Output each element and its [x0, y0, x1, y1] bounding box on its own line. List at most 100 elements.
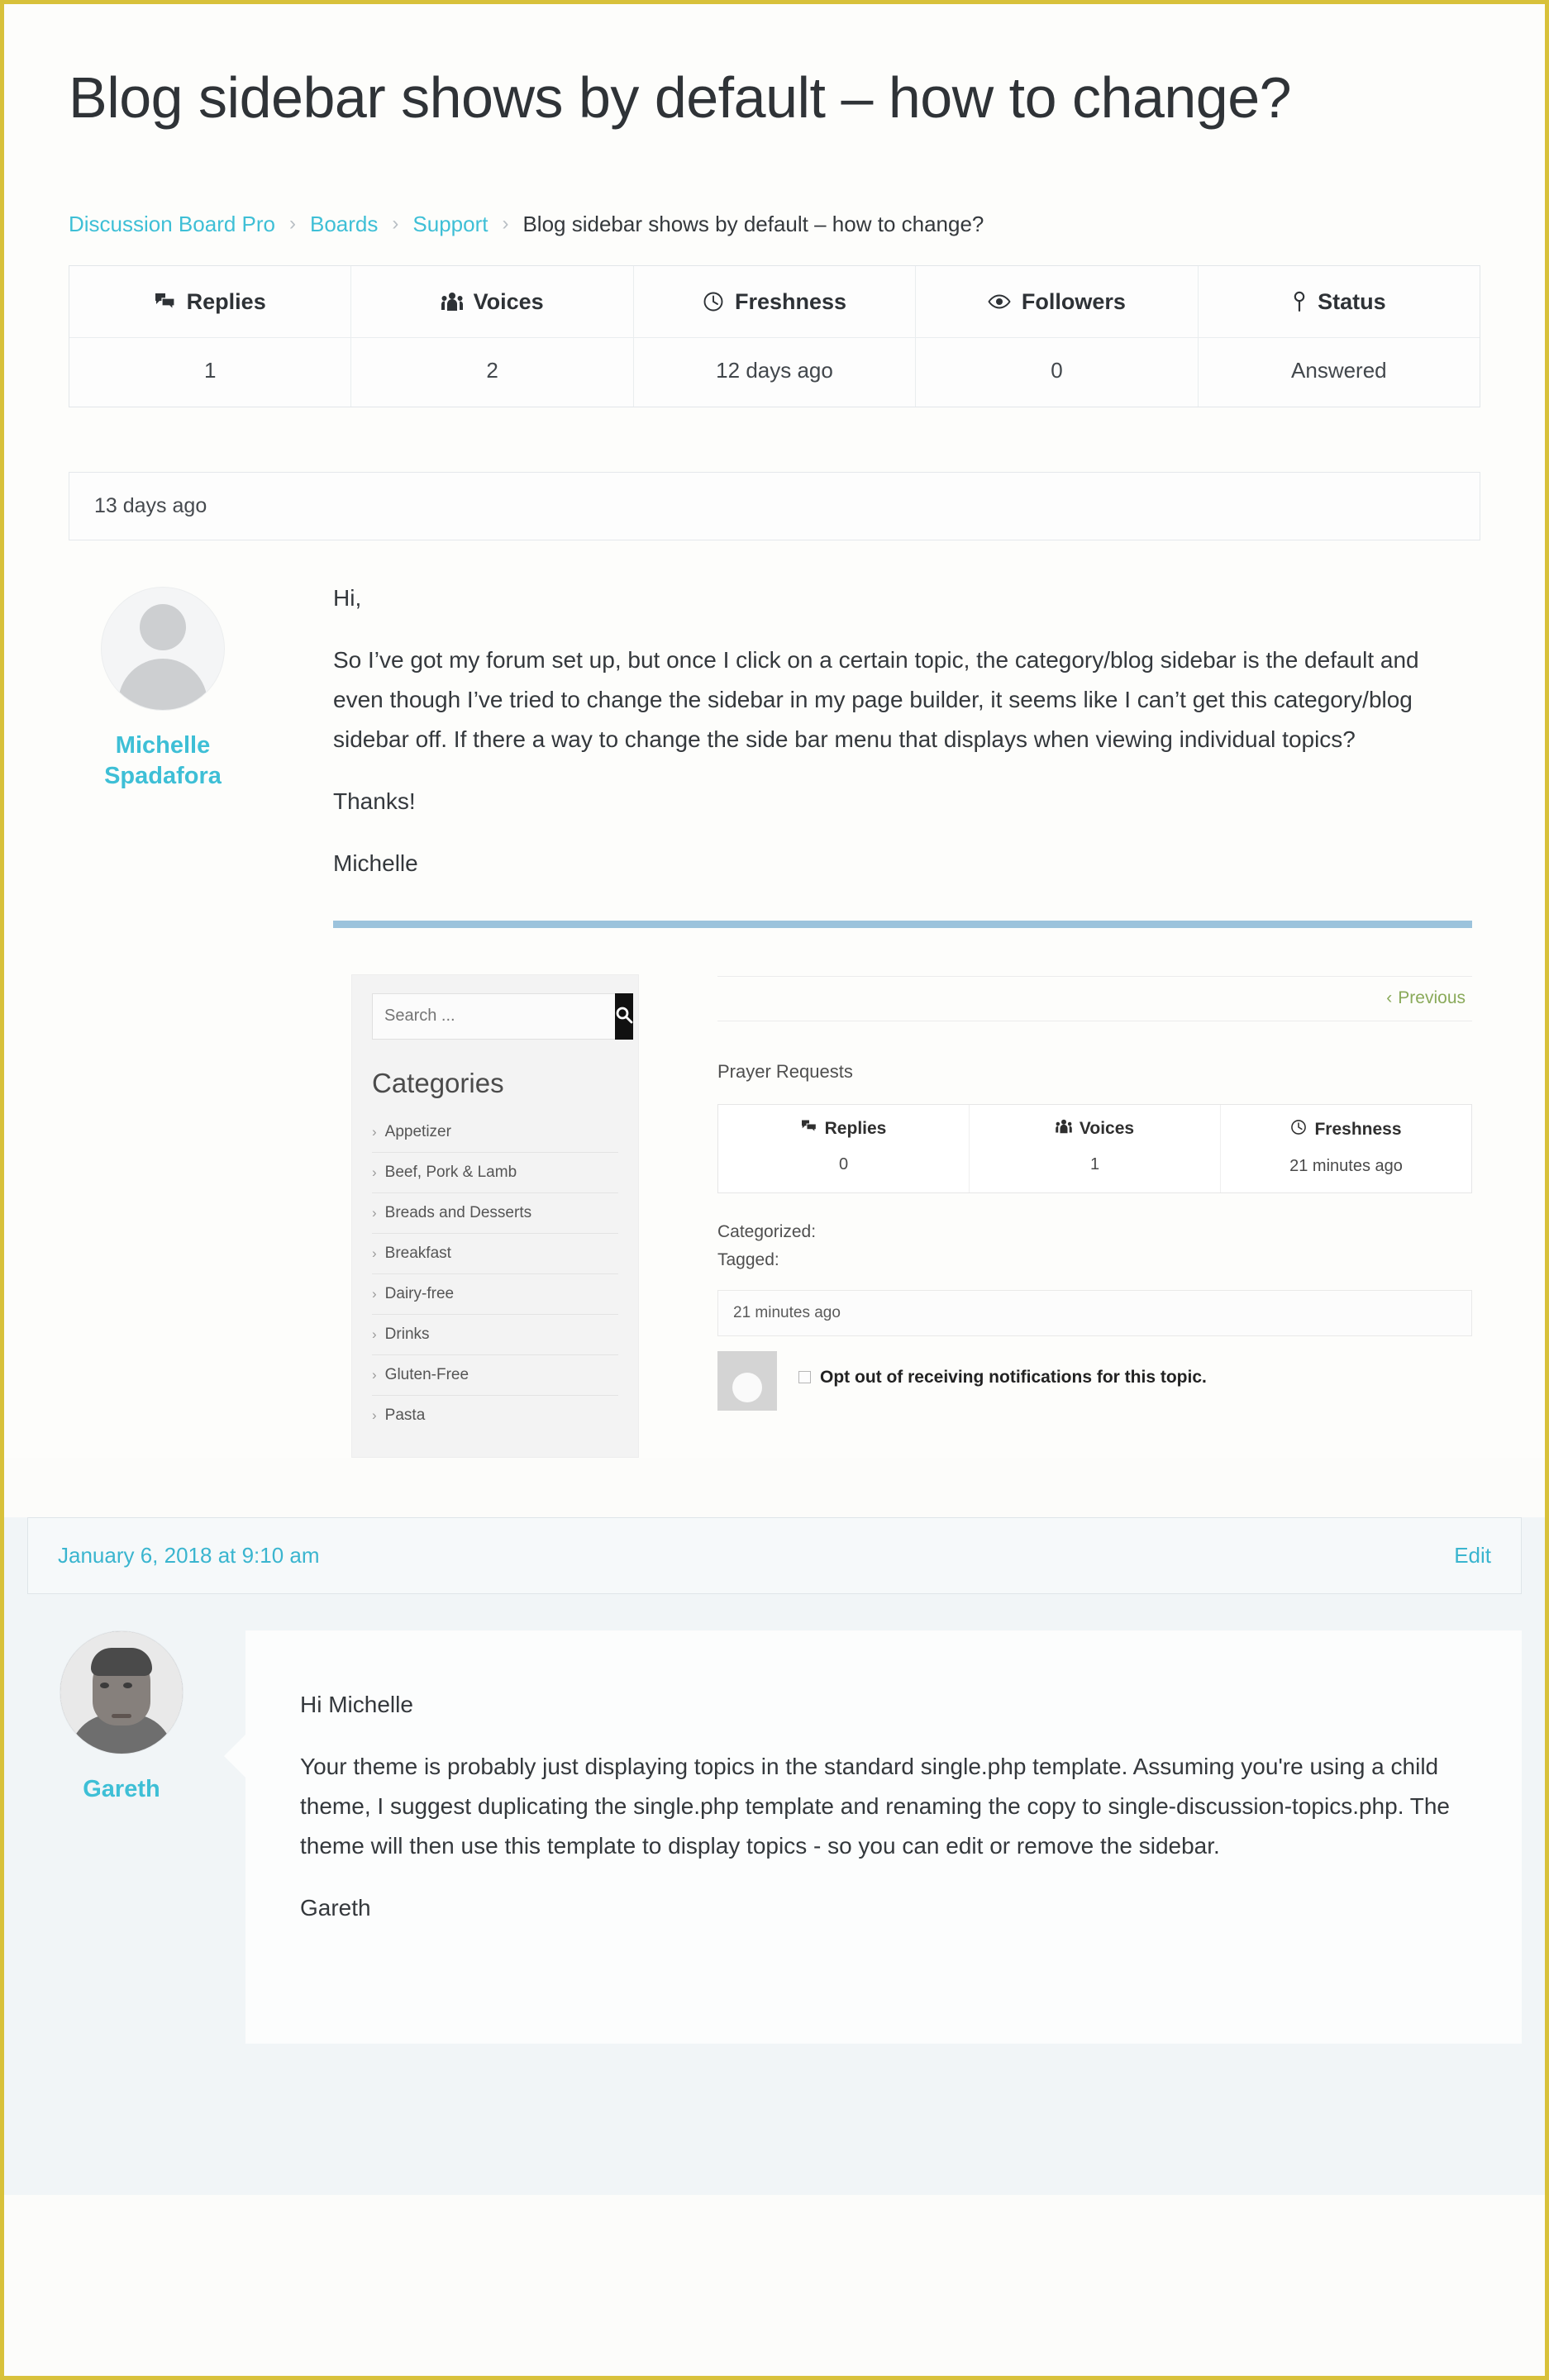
embedded-categorized-label: Categorized: [717, 1221, 817, 1241]
embedded-stats-table: Replies 0 Voices 1 Freshness 21 minutes … [717, 1103, 1472, 1193]
embedded-stats-header: Voices [970, 1105, 1220, 1152]
embedded-stats-column-replies: Replies 0 [718, 1104, 970, 1192]
chevron-left-icon: ‹ [1386, 988, 1393, 1007]
optout-checkbox[interactable] [798, 1371, 811, 1384]
embedded-category-item[interactable]: › Beef, Pork & Lamb [372, 1153, 618, 1193]
clock-icon [1290, 1119, 1307, 1140]
breadcrumb-item-current: Blog sidebar shows by default – how to c… [522, 211, 984, 236]
replies-icon [155, 292, 176, 312]
search-input[interactable] [372, 992, 615, 1040]
page-frame: Blog sidebar shows by default – how to c… [0, 0, 1549, 2380]
avatar [101, 586, 225, 711]
embedded-category-item[interactable]: › Dairy-free [372, 1274, 618, 1315]
search-button[interactable] [615, 992, 633, 1040]
stats-label: Voices [473, 288, 544, 314]
post-divider [333, 920, 1472, 928]
embedded-search-form [372, 992, 633, 1040]
embedded-optout-row: Opt out of receiving notifications for t… [717, 1350, 1472, 1411]
embedded-category-item[interactable]: › Breakfast [372, 1234, 618, 1274]
stats-column-followers: Followers 0 [916, 265, 1199, 407]
chevron-right-icon: › [372, 1407, 377, 1423]
breadcrumb: Discussion Board Pro › Boards › Support … [69, 212, 1480, 237]
embedded-categories-title: Categories [372, 1067, 504, 1098]
stats-column-replies: Replies 1 [69, 265, 352, 407]
chevron-right-icon: › [372, 1204, 377, 1221]
chevron-right-icon: › [372, 1285, 377, 1302]
post-author-name[interactable]: Michelle Spadafora [69, 731, 257, 792]
post-paragraph: Hi, [333, 584, 362, 611]
topic-region: Blog sidebar shows by default – how to c… [4, 4, 1545, 1458]
chevron-right-icon: › [372, 1123, 377, 1140]
edit-reply-link[interactable]: Edit [1454, 1543, 1491, 1568]
stats-value-voices: 2 [486, 357, 498, 383]
reply-region: January 6, 2018 at 9:10 am Edit Gareth H… [4, 1516, 1545, 2195]
embedded-category-item[interactable]: › Pasta [372, 1396, 618, 1435]
embedded-stats-value: 1 [1089, 1154, 1100, 1173]
stats-value-replies: 1 [203, 357, 217, 383]
breadcrumb-separator-icon: › [289, 212, 296, 236]
post-paragraph: So I’ve got my forum set up, but once I … [333, 646, 1419, 753]
page-title: Blog sidebar shows by default – how to c… [69, 65, 1292, 130]
breadcrumb-separator-icon: › [392, 212, 399, 236]
breadcrumb-item-discussion-board-pro[interactable]: Discussion Board Pro [69, 212, 275, 237]
embedded-category-item[interactable]: › Gluten-Free [372, 1355, 618, 1396]
embedded-sidebar: Categories ›Appetizer ›Beef, Pork & Lamb… [351, 973, 639, 1458]
avatar [717, 1350, 777, 1411]
replies-icon [801, 1119, 817, 1139]
stats-header-freshness: Freshness [633, 266, 916, 338]
optout-checkbox-label[interactable]: Opt out of receiving notifications for t… [798, 1351, 1207, 1388]
reply-card: Hi Michelle Your theme is probably just … [224, 1630, 1522, 2044]
embedded-stats-value: 21 minutes ago [1289, 1156, 1403, 1175]
voices-icon [1056, 1119, 1072, 1139]
post-paragraph: Thanks! [333, 788, 416, 815]
embedded-stats-column-freshness: Freshness 21 minutes ago [1221, 1105, 1471, 1192]
reply-author-name[interactable]: Gareth [27, 1774, 216, 1805]
reply-paragraph: Gareth [300, 1895, 371, 1921]
reply-header: January 6, 2018 at 9:10 am Edit [27, 1516, 1522, 1594]
clock-icon [703, 291, 724, 312]
embedded-category-item[interactable]: › Drinks [372, 1315, 618, 1355]
stats-value-followers: 0 [1051, 357, 1063, 383]
embedded-pagination: ‹ Previous [717, 975, 1472, 1021]
reply-timestamp-link[interactable]: January 6, 2018 at 9:10 am [58, 1543, 320, 1568]
embedded-reply-timestamp: 21 minutes ago [717, 1289, 1472, 1336]
chevron-right-icon: › [372, 1366, 377, 1383]
stats-label: Freshness [734, 288, 847, 314]
chevron-right-icon: › [372, 1326, 377, 1342]
stats-label: Replies [186, 288, 266, 314]
reply-author-block: Gareth [27, 1630, 216, 2044]
embedded-stats-value: 0 [838, 1154, 849, 1173]
stats-column-status: Status Answered [1198, 266, 1480, 407]
breadcrumb-item-support[interactable]: Support [412, 212, 488, 237]
stats-label: Status [1318, 288, 1386, 314]
stats-column-freshness: Freshness 12 days ago [633, 265, 917, 407]
embedded-main: ‹ Previous Prayer Requests Replies 0 Voi… [639, 974, 1472, 1458]
post-paragraph: Michelle [333, 850, 418, 877]
reply-paragraph: Hi Michelle [300, 1691, 413, 1717]
chevron-right-icon: › [372, 1164, 377, 1180]
embedded-category-item[interactable]: › Appetizer [372, 1112, 618, 1153]
voices-icon [441, 292, 463, 312]
embedded-category-item[interactable]: › Breads and Desserts [372, 1193, 618, 1234]
embedded-tagged-label: Tagged: [717, 1250, 779, 1270]
original-post-timestamp: 13 days ago [69, 471, 1480, 540]
embedded-forum-name: Prayer Requests [717, 1060, 853, 1082]
stats-value-status: Answered [1291, 357, 1387, 383]
previous-link[interactable]: Previous [1398, 988, 1466, 1007]
breadcrumb-separator-icon: › [502, 212, 509, 236]
stats-value-freshness: 12 days ago [716, 357, 833, 383]
post-author-block: Michelle Spadafora [69, 578, 257, 1458]
reply-paragraph: Your theme is probably just displaying t… [300, 1753, 1450, 1859]
search-icon [615, 1006, 633, 1026]
stats-header-followers: Followers [916, 266, 1198, 338]
topic-stats-table: Replies 1 Voices 2 Freshness 12 days ago… [69, 264, 1480, 407]
stats-label: Followers [1021, 288, 1126, 314]
breadcrumb-item-boards[interactable]: Boards [310, 212, 378, 237]
embedded-stats-column-voices: Voices 1 [970, 1104, 1221, 1192]
embedded-stats-header: Replies [718, 1105, 969, 1152]
chevron-right-icon: › [372, 1245, 377, 1261]
embedded-screenshot: Categories ›Appetizer ›Beef, Pork & Lamb… [333, 973, 1472, 1458]
post-body: Hi, So I’ve got my forum set up, but onc… [257, 578, 1480, 1458]
eye-icon [988, 293, 1011, 311]
stats-column-voices: Voices 2 [351, 265, 634, 407]
